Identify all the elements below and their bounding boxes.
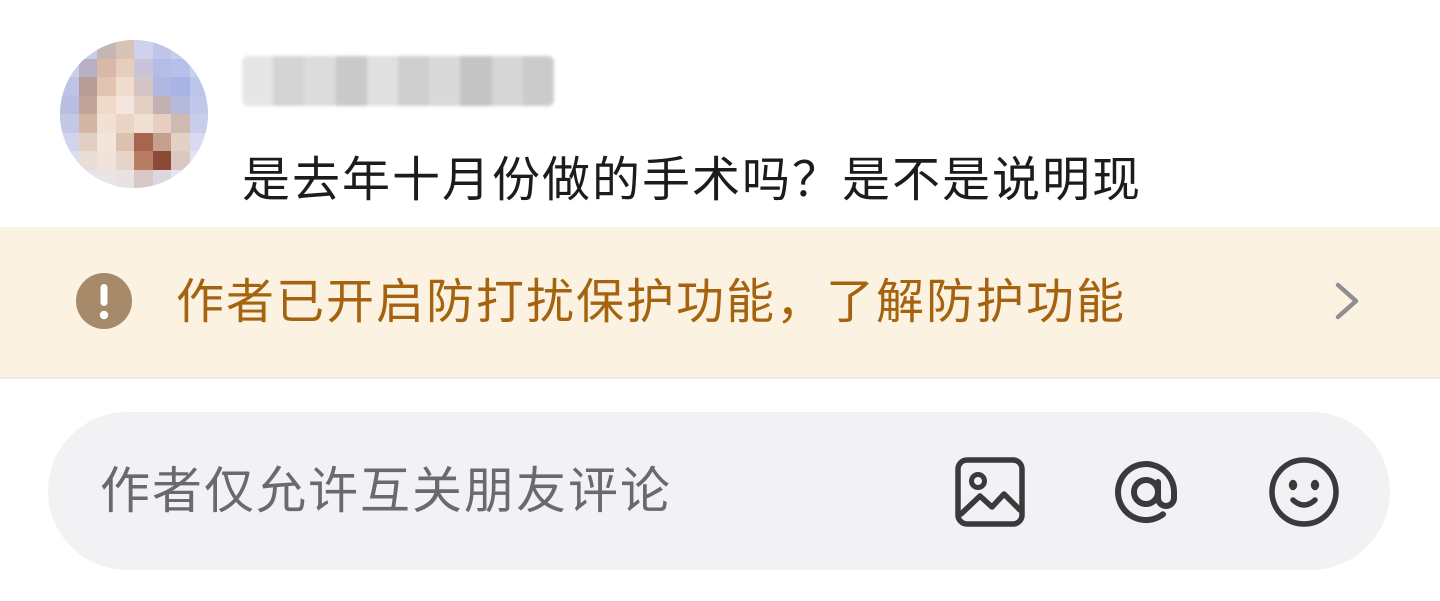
anti-harassment-notice[interactable]: 作者已开启防打扰保护功能，了解防护功能 [0, 227, 1440, 377]
username-blurred[interactable] [242, 56, 554, 106]
notice-text: 作者已开启防打扰保护功能，了解防护功能 [176, 274, 1127, 330]
divider [0, 377, 1440, 379]
avatar-mosaic [60, 40, 208, 188]
exclamation-icon [76, 273, 132, 329]
image-icon[interactable] [950, 452, 1030, 532]
at-icon[interactable] [1106, 452, 1186, 532]
comment-input-bar[interactable]: 作者仅允许互关朋友评论 [48, 412, 1390, 570]
chevron-right-icon [1330, 279, 1364, 323]
comment-input-placeholder: 作者仅允许互关朋友评论 [100, 462, 672, 520]
comment-item: 是去年十月份做的手术吗？是不是说明现 [0, 0, 1440, 230]
comment-page: 是去年十月份做的手术吗？是不是说明现 作者已开启防打扰保护功能，了解防护功能 作… [0, 0, 1440, 601]
comment-text: 是去年十月份做的手术吗？是不是说明现 [242, 152, 1143, 208]
avatar[interactable] [60, 40, 208, 188]
emoji-icon[interactable] [1264, 452, 1344, 532]
